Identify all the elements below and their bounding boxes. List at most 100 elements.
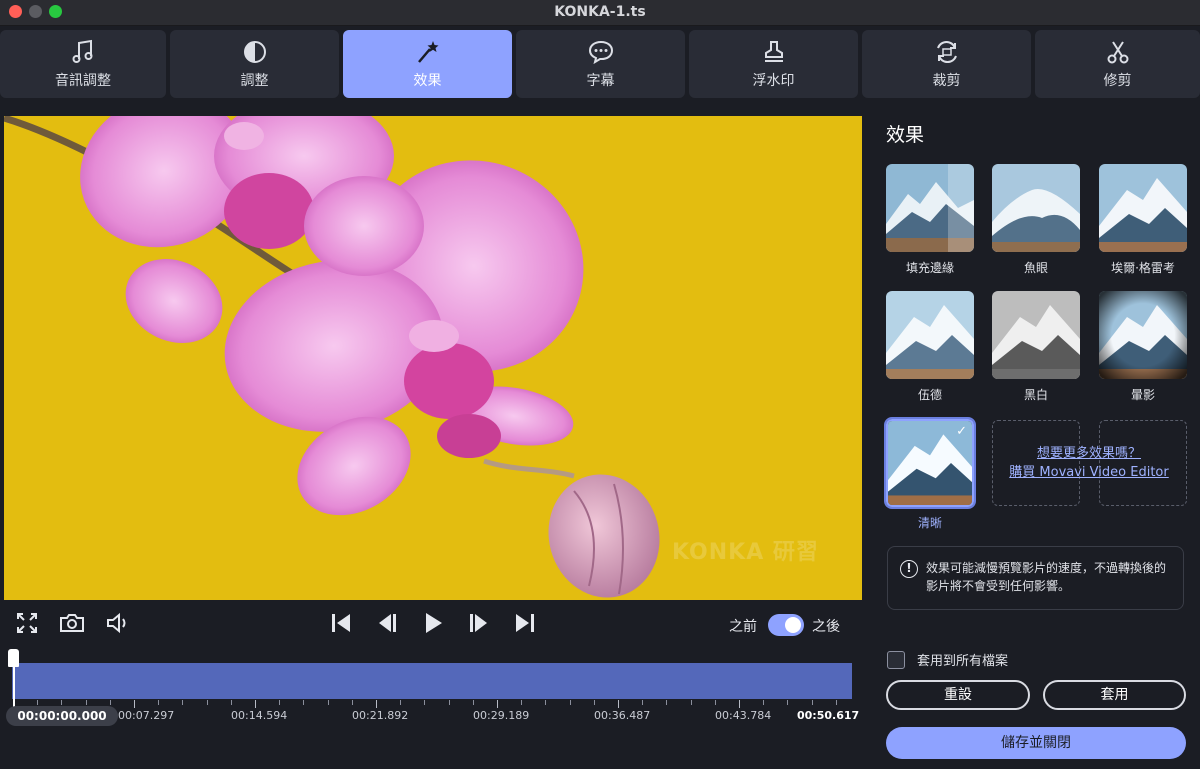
timeline-end-label: 00:50.617 xyxy=(797,709,860,722)
save-and-close-button[interactable]: 儲存並關閉 xyxy=(886,727,1186,759)
before-after-toggle[interactable] xyxy=(768,614,804,636)
checkmark-icon: ✓ xyxy=(956,424,967,439)
tool-tabs: 音訊調整 調整 效果 字幕 浮水印 裁剪 修剪 xyxy=(0,30,1200,98)
tab-trim[interactable]: 修剪 xyxy=(1035,30,1200,98)
ruler-tick xyxy=(787,700,789,705)
mountain-thumbnail xyxy=(992,164,1080,252)
snapshot-button[interactable] xyxy=(59,612,85,638)
play-button[interactable] xyxy=(420,612,446,638)
performance-note: ! 效果可能減慢預覽影片的速度，不過轉換後的影片將不會受到任何影響。 xyxy=(887,546,1184,610)
timeline-track[interactable] xyxy=(12,663,852,699)
camera-icon xyxy=(59,612,85,638)
effect-fisheye[interactable] xyxy=(992,164,1080,252)
buy-editor-text: 購買 Movavi Video Editor xyxy=(1009,465,1169,480)
tab-adjust[interactable]: 調整 xyxy=(170,30,339,98)
speech-bubble-icon xyxy=(586,38,616,66)
ruler-tick xyxy=(400,700,402,705)
effect-el-greco[interactable] xyxy=(1099,164,1187,252)
ruler-tick xyxy=(230,700,232,705)
more-effects-promo: 想要更多效果嗎？ 購買 Movavi Video Editor xyxy=(992,420,1187,506)
effect-vignette[interactable] xyxy=(1099,291,1187,379)
step-forward-icon xyxy=(468,612,490,638)
current-time: 00:00:00.000 xyxy=(6,706,118,726)
tab-label: 音訊調整 xyxy=(55,73,111,89)
ruler-tick xyxy=(811,700,813,705)
mountain-thumbnail xyxy=(1099,291,1187,379)
tab-audio-adjust[interactable]: 音訊調整 xyxy=(0,30,166,98)
info-text: 效果可能減慢預覽影片的速度，不過轉換後的影片將不會受到任何影響。 xyxy=(926,561,1167,593)
apply-to-all-checkbox[interactable]: 套用到所有檔案 xyxy=(887,650,1008,669)
magic-wand-icon xyxy=(413,38,443,66)
effect-label: 伍德 xyxy=(917,388,942,402)
video-watermark-text: KONKA 研習 xyxy=(672,540,819,565)
skip-start-icon xyxy=(330,612,352,638)
ruler-tick xyxy=(206,700,208,705)
panel-title: 效果 xyxy=(886,124,925,146)
ruler-tick xyxy=(497,700,498,708)
mountain-thumbnail xyxy=(992,291,1080,379)
apply-button[interactable]: 套用 xyxy=(1043,680,1186,710)
crop-rotate-icon xyxy=(932,38,962,66)
effect-label: 黑白 xyxy=(1023,388,1048,402)
info-icon: ! xyxy=(900,560,918,578)
ruler-tick xyxy=(763,700,765,705)
ruler-tick xyxy=(666,700,668,705)
effect-black-white[interactable] xyxy=(992,291,1080,379)
timeline-label: 00:43.784 xyxy=(715,709,772,722)
volume-button[interactable] xyxy=(104,612,130,638)
ruler-tick xyxy=(618,700,619,708)
buy-more-effects-link[interactable]: 想要更多效果嗎？ 購買 Movavi Video Editor xyxy=(992,444,1186,482)
ruler-tick xyxy=(134,700,135,708)
ruler-tick xyxy=(642,700,644,705)
timeline-label: 00:14.594 xyxy=(231,709,288,722)
effect-label: 埃爾·格雷考 xyxy=(1111,261,1175,275)
playhead-handle[interactable] xyxy=(8,649,19,667)
mountain-thumbnail xyxy=(1099,164,1187,252)
ruler-tick xyxy=(739,700,740,708)
effect-sharpen[interactable]: ✓ xyxy=(886,419,974,507)
ruler-tick xyxy=(690,700,692,705)
ruler-tick xyxy=(109,700,111,705)
previous-frame-button[interactable] xyxy=(374,612,400,638)
ruler-tick xyxy=(448,700,450,705)
ruler-tick xyxy=(327,700,329,705)
ruler-tick xyxy=(424,700,426,705)
effect-wood[interactable] xyxy=(886,291,974,379)
tab-label: 調整 xyxy=(240,73,269,89)
tab-crop[interactable]: 裁剪 xyxy=(862,30,1031,98)
ruler-tick xyxy=(472,700,474,705)
tab-label: 修剪 xyxy=(1103,73,1132,89)
orchid-frame-image xyxy=(4,116,862,600)
music-note-icon xyxy=(68,38,98,66)
fullscreen-button[interactable] xyxy=(14,612,40,638)
reset-button[interactable]: 重設 xyxy=(886,680,1030,710)
before-label: 之前 xyxy=(729,619,757,635)
tab-label: 裁剪 xyxy=(932,73,961,89)
go-to-start-button[interactable] xyxy=(328,612,354,638)
ruler-tick xyxy=(593,700,595,705)
expand-icon xyxy=(16,612,38,638)
checkbox[interactable] xyxy=(887,650,905,669)
ruler-tick xyxy=(351,700,353,705)
ruler-tick xyxy=(376,700,377,708)
tab-effects[interactable]: 效果 xyxy=(343,30,512,98)
ruler-tick xyxy=(714,700,716,705)
effect-label: 填充邊緣 xyxy=(905,261,954,275)
ruler-tick xyxy=(61,700,63,705)
timeline-label: 00:07.297 xyxy=(118,709,175,722)
go-to-end-button[interactable] xyxy=(512,612,538,638)
tab-subtitles[interactable]: 字幕 xyxy=(516,30,685,98)
next-frame-button[interactable] xyxy=(466,612,492,638)
step-back-icon xyxy=(376,612,398,638)
contrast-icon xyxy=(240,38,270,66)
ruler-tick xyxy=(545,700,547,705)
ruler-tick xyxy=(835,700,837,705)
tab-watermark[interactable]: 浮水印 xyxy=(689,30,858,98)
ruler-tick xyxy=(255,700,256,708)
stamp-icon xyxy=(759,38,789,66)
ruler-tick xyxy=(303,700,305,705)
ruler-tick xyxy=(182,700,184,705)
effect-fill-edges[interactable] xyxy=(886,164,974,252)
tab-label: 字幕 xyxy=(586,73,615,89)
tab-label: 浮水印 xyxy=(752,73,795,89)
